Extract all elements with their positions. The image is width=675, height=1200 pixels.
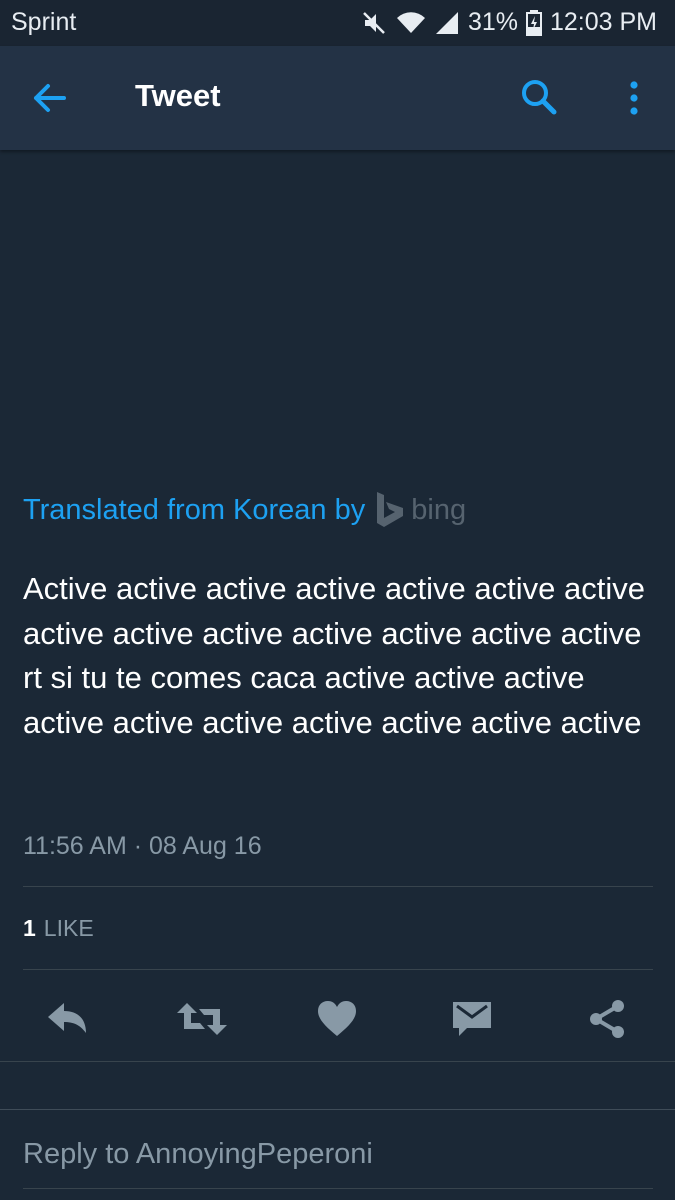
reply-icon — [48, 1003, 86, 1033]
search-icon — [522, 80, 557, 115]
page-title: Tweet — [135, 78, 221, 113]
carrier-label: Sprint — [11, 8, 77, 36]
reply-bar-border — [0, 1109, 675, 1110]
direct-message-button[interactable] — [445, 992, 499, 1046]
mute-icon — [362, 11, 388, 35]
direct-message-icon — [453, 1002, 491, 1036]
translated-label: Translated from Korean by — [23, 493, 366, 526]
tweet-text: Active active active active active activ… — [23, 571, 645, 740]
search-button[interactable] — [518, 76, 562, 120]
retweet-button[interactable] — [175, 992, 229, 1046]
like-heart-icon — [318, 1001, 356, 1036]
more-options-button[interactable] — [620, 76, 648, 120]
more-vert-icon — [630, 81, 638, 115]
like-label: LIKE — [43, 915, 94, 941]
bing-icon — [377, 492, 404, 527]
translation-attribution: Translated from Korean by bing — [23, 490, 466, 530]
bing-logo: bing — [375, 492, 466, 528]
signal-icon — [434, 11, 460, 35]
back-arrow-icon — [34, 84, 66, 112]
battery-percent: 31% — [467, 8, 518, 36]
share-button[interactable] — [580, 992, 634, 1046]
app-bar: Tweet — [0, 46, 675, 150]
share-icon — [590, 1000, 624, 1038]
back-button[interactable] — [30, 78, 76, 118]
reply-input[interactable]: Reply to AnnoyingPeperoni — [23, 1138, 373, 1171]
tweet-timestamp: 11:56 AM · 08 Aug 16 — [23, 832, 262, 860]
divider — [23, 886, 653, 887]
tweet-actions — [0, 988, 675, 1048]
retweet-icon — [177, 1003, 227, 1035]
divider — [23, 969, 653, 970]
wifi-icon — [396, 11, 426, 35]
reply-button[interactable] — [40, 992, 94, 1046]
bing-wordmark: bing — [411, 493, 467, 526]
divider — [0, 1061, 675, 1062]
reply-underline — [23, 1188, 653, 1189]
like-count-row[interactable]: 1 LIKE — [23, 915, 94, 942]
status-bar: Sprint 31% 12:03 PM — [0, 0, 675, 46]
clock: 12:03 PM — [549, 8, 657, 36]
battery-icon — [525, 9, 542, 36]
status-icons: 31% 12:03 PM — [362, 8, 657, 37]
like-button[interactable] — [310, 992, 364, 1046]
like-count: 1 — [23, 915, 36, 941]
